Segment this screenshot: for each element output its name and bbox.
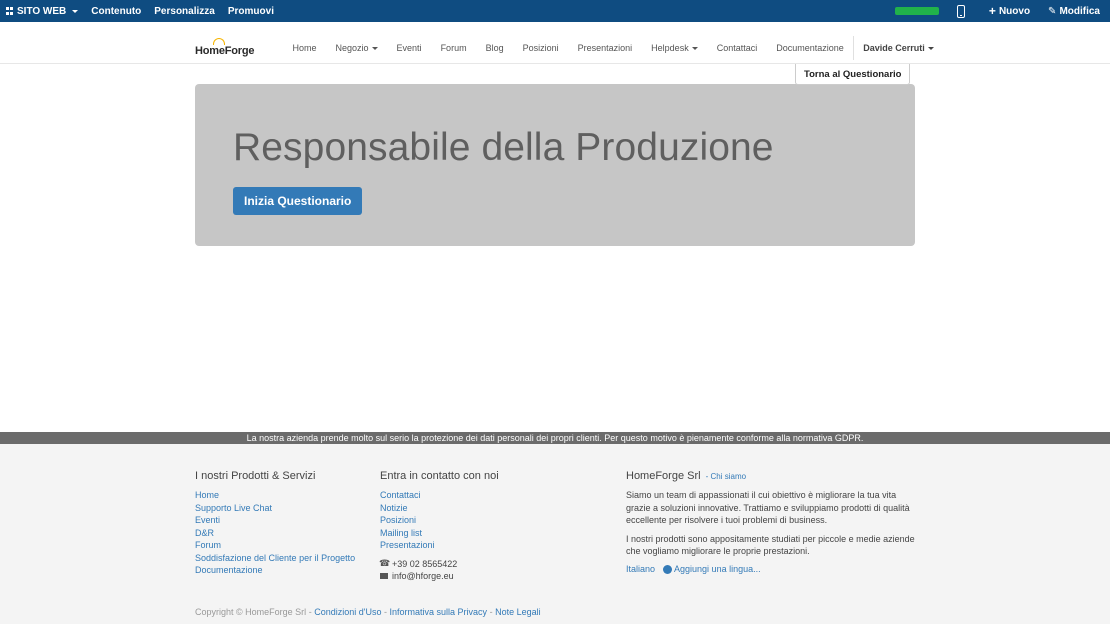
nav-item-forum[interactable]: Forum [431, 43, 476, 53]
nav-item-label: Negozio [335, 43, 369, 53]
chevron-down-icon [371, 46, 378, 50]
nav-item-label: Helpdesk [651, 43, 689, 53]
nav-item-negozio[interactable]: Negozio [326, 43, 387, 53]
chevron-down-icon [691, 46, 698, 50]
back-to-survey-button[interactable]: Torna al Questionario [795, 64, 911, 85]
nav-item-label: Forum [440, 43, 467, 53]
user-name: Davide Cerruti [863, 43, 925, 53]
email-address: info@hforge.eu [392, 571, 454, 581]
footer-link[interactable]: Posizioni [380, 514, 580, 527]
new-button[interactable]: + Nuovo [989, 5, 1030, 17]
legal-notes-link[interactable]: Note Legali [495, 607, 541, 617]
nav-item-label: Blog [485, 43, 504, 53]
footer-link[interactable]: Presentazioni [380, 539, 580, 552]
nav-item-contattaci[interactable]: Contattaci [707, 43, 767, 53]
nav-item-eventi[interactable]: Eventi [387, 43, 431, 53]
footer-link[interactable]: Mailing list [380, 527, 580, 540]
copyright-text: Copyright © HomeForge Srl [195, 607, 307, 617]
nav-item-helpdesk[interactable]: Helpdesk [642, 43, 708, 53]
mobile-preview-icon[interactable] [956, 4, 965, 18]
footer-company-heading: HomeForge Srl - Chi siamo [626, 470, 916, 482]
page-title: Responsabile della Produzione [233, 126, 774, 169]
edit-button-label: Modifica [1059, 5, 1100, 17]
footer-link[interactable]: Soddisfazione del Cliente per il Progett… [195, 552, 365, 565]
nav-item-blog[interactable]: Blog [476, 43, 513, 53]
copyright-line: Copyright © HomeForge Srl - Condizioni d… [195, 607, 541, 617]
footer-link[interactable]: Documentazione [195, 564, 365, 577]
progress-fill [894, 7, 939, 15]
plus-circle-icon: + [663, 565, 673, 574]
logo-text: HomeForge [195, 45, 255, 57]
content-menu[interactable]: Contenuto [91, 6, 141, 17]
privacy-link[interactable]: Informativa sulla Privacy [390, 607, 488, 617]
footer-products-column: I nostri Prodotti & Servizi Home Support… [195, 470, 365, 577]
survey-hero: Responsabile della Produzione Inizia Que… [195, 84, 915, 246]
separator: - [489, 607, 493, 617]
apps-grid-icon [6, 7, 14, 15]
footer-link[interactable]: Eventi [195, 514, 365, 527]
envelope-icon [380, 573, 388, 580]
footer-contact-column: Entra in contatto con noi Contattaci Not… [379, 470, 580, 583]
footer-link[interactable]: Home [195, 489, 365, 502]
separator: - [308, 607, 312, 617]
company-description: Siamo un team di appassionati il cui obi… [626, 490, 910, 525]
logo[interactable]: HomeForge [195, 36, 255, 60]
footer-products-heading: I nostri Prodotti & Servizi [195, 470, 316, 482]
progress-bar [894, 7, 939, 15]
nav-item-label: Eventi [396, 43, 422, 53]
current-language[interactable]: Italiano [626, 564, 655, 574]
edit-icon: ✎ [1048, 5, 1057, 17]
nav-menu: Home Negozio Eventi Forum Blog Posizioni… [283, 36, 943, 60]
footer-contact-heading: Entra in contatto con noi [380, 470, 499, 482]
footer-link[interactable]: Forum [195, 539, 365, 552]
nav-item-label: Home [292, 43, 317, 53]
site-menu-label: SITO WEB [17, 5, 67, 17]
footer-link[interactable]: Notizie [380, 502, 580, 515]
nav-item-label: Documentazione [776, 43, 844, 53]
promote-menu[interactable]: Promuovi [228, 6, 274, 17]
main-navbar: HomeForge Home Negozio Eventi Forum Blog… [0, 32, 1110, 64]
nav-item-label: Contattaci [716, 43, 758, 53]
plus-icon: + [988, 4, 996, 18]
footer-link[interactable]: Supporto Live Chat [195, 502, 365, 515]
edit-button[interactable]: ✎ Modifica [1048, 6, 1100, 17]
separator: - [383, 607, 387, 617]
customize-menu[interactable]: Personalizza [154, 6, 215, 17]
phone-icon [379, 557, 390, 570]
nav-item-documentazione[interactable]: Documentazione [767, 43, 854, 53]
add-language-link[interactable]: + Aggiungi una lingua... [663, 563, 761, 574]
add-language-label: Aggiungi una lingua... [674, 563, 761, 574]
terms-link[interactable]: Condizioni d'Uso [314, 607, 381, 617]
company-name: HomeForge Srl [626, 470, 701, 482]
footer-link[interactable]: D&R [195, 527, 365, 540]
new-button-label: Nuovo [998, 5, 1031, 17]
phone-line: +39 02 8565422 [379, 557, 580, 571]
site-menu[interactable]: SITO WEB [6, 5, 79, 17]
footer: I nostri Prodotti & Servizi Home Support… [0, 444, 1110, 624]
user-menu[interactable]: Davide Cerruti [854, 43, 943, 53]
phone-number: +39 02 8565422 [392, 558, 458, 569]
gdpr-notice: La nostra azienda prende molto sul serio… [0, 432, 1110, 444]
footer-link[interactable]: Contattaci [380, 489, 580, 502]
nav-item-label: Posizioni [522, 43, 559, 53]
admin-bar: SITO WEB Contenuto Personalizza Promuovi… [0, 0, 1110, 22]
footer-company-column: HomeForge Srl - Chi siamo Siamo un team … [626, 470, 916, 574]
sun-logo-icon [213, 38, 225, 45]
chevron-down-icon [72, 9, 79, 13]
email-line: info@hforge.eu [380, 570, 580, 583]
start-survey-button[interactable]: Inizia Questionario [233, 187, 363, 215]
chevron-down-icon [927, 46, 934, 50]
about-link[interactable]: - Chi siamo [706, 472, 746, 481]
language-selector: Italiano + Aggiungi una lingua... [626, 563, 916, 574]
nav-item-home[interactable]: Home [283, 43, 326, 53]
nav-item-presentazioni[interactable]: Presentazioni [568, 43, 642, 53]
company-products-text: I nostri prodotti sono appositamente stu… [626, 533, 915, 557]
nav-item-label: Presentazioni [577, 43, 633, 53]
nav-item-posizioni[interactable]: Posizioni [513, 43, 568, 53]
